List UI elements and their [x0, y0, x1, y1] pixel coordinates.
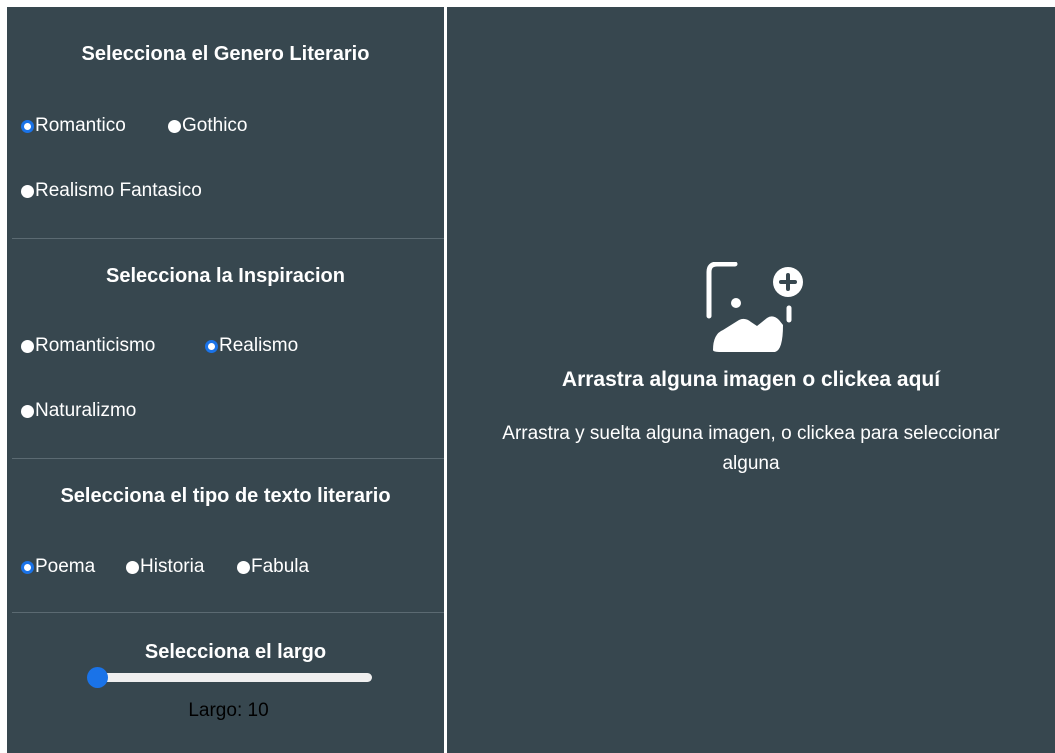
- radio-label: Poema: [35, 556, 96, 577]
- dropzone-title: Arrastra alguna imagen o clickea aquí: [561, 368, 941, 391]
- radio-label: Realismo: [219, 335, 299, 356]
- slider-thumb[interactable]: [87, 667, 108, 688]
- radio-label: Historia: [140, 556, 205, 577]
- radio-label: Fabula: [251, 556, 310, 577]
- radio-button-checked[interactable]: [21, 560, 34, 574]
- radio-realismo-fantasico[interactable]: Realismo Fantasico: [21, 180, 202, 202]
- radio-naturalizmo[interactable]: Naturalizmo: [21, 400, 136, 422]
- dropzone-subtitle: Arrastra y suelta alguna imagen, o click…: [502, 423, 1000, 474]
- radio-button[interactable]: [168, 119, 181, 133]
- section-divider: [12, 458, 444, 459]
- app-window: Selecciona el Genero Literario Romantico…: [0, 0, 1055, 753]
- largo-title: Selecciona el largo: [144, 641, 327, 663]
- radio-poema[interactable]: Poema: [21, 556, 95, 578]
- section-divider: [12, 238, 444, 239]
- radio-button-checked[interactable]: [21, 119, 34, 133]
- largo-value-label: Largo: 10: [188, 700, 269, 721]
- radio-realismo[interactable]: Realismo: [205, 335, 298, 357]
- tipo-title: Selecciona el tipo de texto literario: [60, 485, 391, 507]
- radio-button[interactable]: [21, 339, 34, 353]
- largo-slider[interactable]: [87, 667, 372, 689]
- options-sidebar: Selecciona el Genero Literario Romantico…: [7, 7, 444, 753]
- radio-historia[interactable]: Historia: [126, 556, 204, 578]
- radio-gothico[interactable]: Gothico: [168, 115, 247, 137]
- section-divider: [12, 612, 444, 613]
- radio-button[interactable]: [237, 560, 250, 574]
- radio-button-checked[interactable]: [205, 339, 218, 353]
- inspiracion-title: Selecciona la Inspiracion: [106, 265, 345, 287]
- image-dropzone[interactable]: Arrastra alguna imagen o clickea aquí Ar…: [447, 7, 1055, 753]
- slider-track[interactable]: [93, 673, 372, 682]
- radio-label: Realismo Fantasico: [35, 180, 202, 201]
- image-add-icon: [706, 262, 803, 352]
- genero-title: Selecciona el Genero Literario: [81, 43, 370, 65]
- radio-label: Romantico: [35, 115, 126, 136]
- radio-button[interactable]: [21, 184, 34, 198]
- radio-label: Romanticismo: [35, 335, 156, 356]
- radio-button[interactable]: [126, 560, 139, 574]
- radio-romantico[interactable]: Romantico: [21, 115, 126, 137]
- radio-fabula[interactable]: Fabula: [237, 556, 309, 578]
- radio-label: Gothico: [182, 115, 248, 136]
- radio-romanticismo[interactable]: Romanticismo: [21, 335, 155, 357]
- radio-button[interactable]: [21, 404, 34, 418]
- radio-label: Naturalizmo: [35, 400, 137, 421]
